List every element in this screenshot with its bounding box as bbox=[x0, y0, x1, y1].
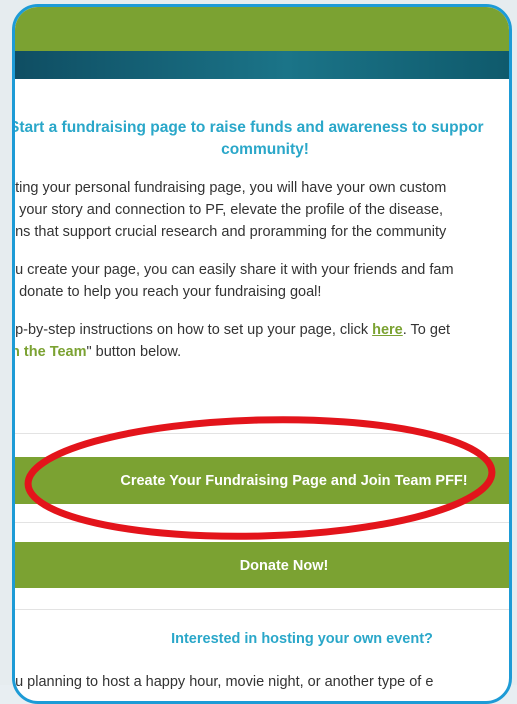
section-divider bbox=[15, 609, 509, 610]
share-line-1: ou create your page, you can easily shar… bbox=[12, 262, 454, 278]
hosting-line-1: ou planning to host a happy hour, movie … bbox=[12, 674, 434, 690]
instructions-line-2: in the Team" button below. bbox=[12, 341, 509, 363]
headline-line-2: community! bbox=[221, 141, 309, 158]
fundraising-headline: Start a fundraising page to raise funds … bbox=[12, 117, 509, 161]
email-banner-band bbox=[15, 51, 509, 79]
headline-line-1: Start a fundraising page to raise funds … bbox=[12, 119, 484, 136]
share-paragraph: ou create your page, you can easily shar… bbox=[12, 259, 509, 303]
create-fundraising-page-button[interactable]: Create Your Fundraising Page and Join Te… bbox=[15, 457, 509, 504]
intro-line-1: ating your personal fundraising page, yo… bbox=[12, 180, 447, 196]
instructions-text: ep-by-step instructions on how to set up… bbox=[12, 322, 373, 338]
email-body: Start a fundraising page to raise funds … bbox=[15, 79, 509, 701]
donate-now-button[interactable]: Donate Now! bbox=[15, 542, 509, 588]
email-header-bar bbox=[15, 7, 509, 51]
intro-paragraph: ating your personal fundraising page, yo… bbox=[12, 177, 509, 243]
section-divider bbox=[15, 522, 509, 523]
instructions-paragraph: ep-by-step instructions on how to set up… bbox=[12, 319, 509, 363]
hosting-event-heading: Interested in hosting your own event? bbox=[171, 631, 433, 647]
share-line-2: o donate to help you reach your fundrais… bbox=[12, 284, 322, 300]
instructions-line-2-rest: " button below. bbox=[86, 344, 182, 360]
intro-line-3: ons that support crucial research and pr… bbox=[12, 224, 447, 240]
hosting-event-paragraph: ou planning to host a happy hour, movie … bbox=[12, 671, 509, 693]
screenshot-frame: Start a fundraising page to raise funds … bbox=[0, 0, 517, 704]
email-viewport[interactable]: Start a fundraising page to raise funds … bbox=[12, 4, 512, 704]
instructions-line-1: ep-by-step instructions on how to set up… bbox=[12, 319, 509, 341]
intro-line-2: e your story and connection to PF, eleva… bbox=[12, 202, 444, 218]
section-divider bbox=[15, 433, 509, 434]
instructions-here-link[interactable]: here bbox=[372, 322, 403, 338]
instructions-text-after: . To get bbox=[402, 322, 451, 338]
join-team-reference: in the Team bbox=[12, 344, 87, 360]
